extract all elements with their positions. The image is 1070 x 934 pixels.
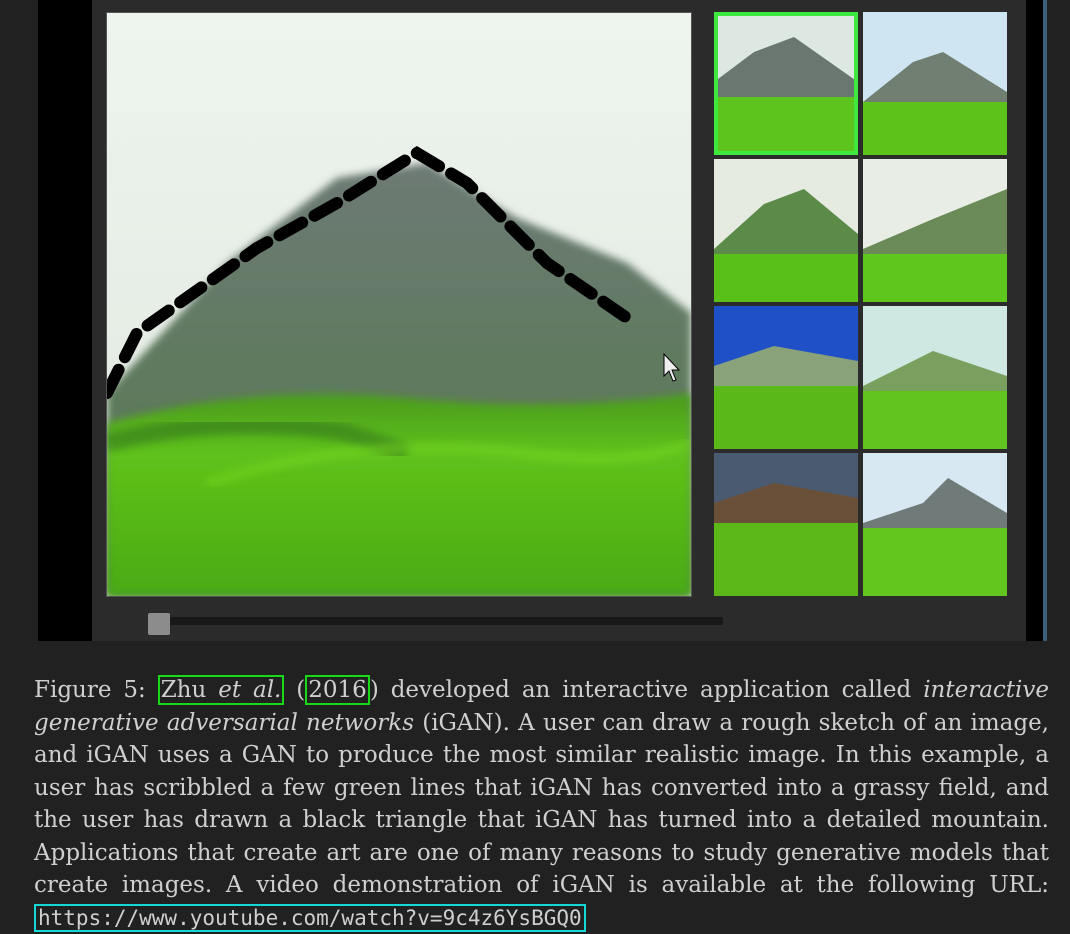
slider-track[interactable] [148,617,723,625]
drawing-canvas[interactable] [106,12,692,597]
citation-etal: et al. [218,677,282,703]
caption-label: Figure 5: [34,677,146,703]
thumbnail-1[interactable] [714,12,858,155]
generated-image-main [107,13,691,596]
thumbnail-3[interactable] [714,159,858,302]
window-edge [1043,0,1047,641]
thumbnail-2[interactable] [863,12,1007,155]
citation-author-link[interactable]: Zhu et al. [157,675,285,705]
thumbnail-5[interactable] [714,306,858,449]
thumbnail-6[interactable] [863,306,1007,449]
thumbnail-8[interactable] [863,453,1007,596]
citation-year-link[interactable]: 2016 [305,675,370,705]
citation-author: Zhu [160,677,207,703]
caption-body: (iGAN). A user can draw a rough sketch o… [34,709,1049,899]
thumbnail-4[interactable] [863,159,1007,302]
thumbnail-7[interactable] [714,453,858,596]
slider-handle[interactable] [148,613,170,635]
figure-image-frame [38,0,1047,641]
igan-app-window [92,0,1026,641]
citation-year: 2016 [308,677,367,703]
caption-text-1: ) developed an interactive application c… [369,677,912,703]
figure-caption: Figure 5: Zhu et al. (2016) developed an… [34,675,1050,932]
thumbnail-grid [714,12,1007,596]
video-url-link[interactable]: https://www.youtube.com/watch?v=9c4z6YsB… [34,903,586,932]
